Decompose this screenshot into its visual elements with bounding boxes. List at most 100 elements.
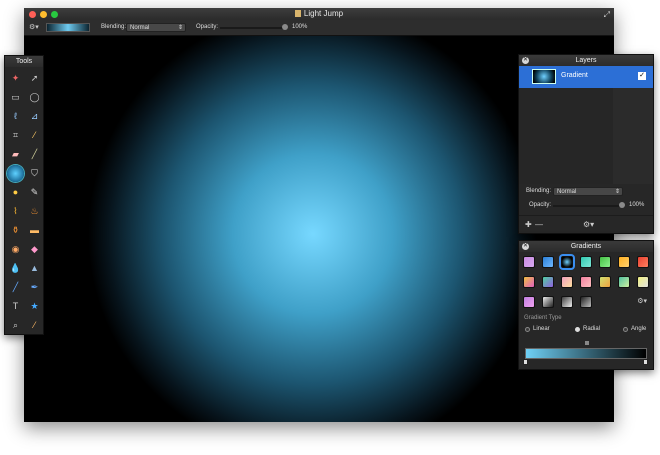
eyedropper-icon: ⁄ <box>33 130 36 140</box>
gear-icon[interactable]: ⚙▾ <box>29 23 39 31</box>
layer-opacity-knob[interactable] <box>619 202 625 208</box>
tool-button[interactable]: ▭ <box>6 88 25 107</box>
tool-button[interactable]: ⚱ <box>6 221 25 240</box>
gradient-swatch[interactable] <box>580 276 592 288</box>
tool-button[interactable]: ⛉ <box>25 164 44 183</box>
radio-angle[interactable]: Angle <box>623 326 646 332</box>
sharpen-icon: ✎ <box>30 187 39 197</box>
gradient-swatch[interactable] <box>580 256 592 268</box>
tool-button[interactable]: ⁄ <box>25 316 44 335</box>
gradient-swatch[interactable] <box>618 256 630 268</box>
gradient-swatch[interactable] <box>542 296 554 308</box>
gradient-swatch[interactable] <box>637 276 649 288</box>
tool-button[interactable]: 💧 <box>6 259 25 278</box>
gradient-swatch[interactable] <box>599 276 611 288</box>
blending-value: Normal <box>130 25 150 31</box>
window-title-text: Light Jump <box>303 9 344 18</box>
tool-button[interactable]: ╱ <box>25 145 44 164</box>
gradient-swatch[interactable] <box>599 256 611 268</box>
layer-visibility-checkbox[interactable]: ✓ <box>638 72 646 80</box>
gradient-swatch[interactable] <box>561 276 573 288</box>
tools-panel-title: Tools <box>5 56 43 67</box>
tool-button[interactable]: ♨ <box>25 202 44 221</box>
gradients-title-text: Gradients <box>570 243 602 250</box>
tool-button[interactable]: ⁄ <box>25 126 44 145</box>
opacity-slider-knob[interactable] <box>282 24 288 30</box>
layer-opacity-value: 100% <box>629 202 645 208</box>
gradient-swatch[interactable] <box>523 296 535 308</box>
drop-icon: 💧 <box>9 263 22 273</box>
tools-panel: Tools ✦ ➚ ▭ ◯ ℓ ⊿ ⌗ ⁄ ▰ ╱ ⛉ ● ✎ ⌇ ♨ ⚱ ▬ ◉ ◆ 💧 ▲ ╱ ✒ T ★ ⌕ ⁄ <box>4 55 44 335</box>
gradient-stop-start[interactable] <box>523 359 528 365</box>
close-icon[interactable]: ✕ <box>522 57 529 64</box>
close-icon[interactable]: ✕ <box>522 243 529 250</box>
tool-button[interactable]: ◉ <box>6 240 25 259</box>
gradient-editor-bar[interactable] <box>525 348 647 359</box>
tool-button[interactable]: ➚ <box>25 69 44 88</box>
gradient-swatch[interactable] <box>580 296 592 308</box>
blending-select[interactable]: Normal ⇕ <box>126 23 186 32</box>
radio-dot <box>575 326 580 332</box>
gradient-swatch[interactable] <box>542 276 554 288</box>
gradient-swatch[interactable] <box>542 256 554 268</box>
layers-list <box>519 88 653 184</box>
tool-button[interactable]: ★ <box>25 297 44 316</box>
gradient-swatch[interactable] <box>637 256 649 268</box>
tool-button[interactable]: ▲ <box>25 259 44 278</box>
radio-dot <box>623 326 628 332</box>
tool-button[interactable]: ✦ <box>6 69 25 88</box>
gradient-preview[interactable] <box>46 23 90 32</box>
tool-button[interactable]: ✒ <box>25 278 44 297</box>
tool-button[interactable]: ⌗ <box>6 126 25 145</box>
gradient-stop-end[interactable] <box>643 359 648 365</box>
gradient-swatch[interactable] <box>559 254 575 270</box>
minus-icon[interactable]: — <box>535 220 543 229</box>
tool-button[interactable]: ╱ <box>6 278 25 297</box>
color-picker-icon: ⁄ <box>33 320 36 330</box>
tool-button[interactable]: ▬ <box>25 221 44 240</box>
stamp-icon: ⚱ <box>11 225 20 235</box>
tool-button[interactable]: ● <box>6 183 25 202</box>
title-bar: Light Jump ⤢ <box>24 8 614 20</box>
layer-row[interactable]: Gradient ✓ <box>519 66 653 88</box>
radio-dot <box>525 326 530 332</box>
layer-blending-select[interactable]: Normal ⇕ <box>553 187 623 196</box>
tool-button[interactable]: ⌕ <box>6 316 25 335</box>
radio-radial[interactable]: Radial <box>575 326 600 332</box>
gear-icon[interactable]: ⚙▾ <box>637 297 647 305</box>
gradient-swatch[interactable] <box>561 296 573 308</box>
gradient-swatch[interactable] <box>523 256 535 268</box>
opacity-value: 100% <box>292 24 308 30</box>
layers-title-text: Layers <box>575 57 597 64</box>
chevron-updown-icon: ⇕ <box>177 25 183 31</box>
gradient-swatch[interactable] <box>618 276 630 288</box>
tool-button[interactable]: ⌇ <box>6 202 25 221</box>
tool-button[interactable]: ◆ <box>25 240 44 259</box>
tool-button[interactable]: ℓ <box>6 107 25 126</box>
gradient-type-label: Gradient Type <box>524 315 562 321</box>
tool-button[interactable]: ◯ <box>25 88 44 107</box>
gradient-icon <box>7 165 24 182</box>
gradient-midpoint-handle[interactable] <box>585 341 589 345</box>
opacity-slider[interactable] <box>220 27 286 29</box>
opacity-label: Opacity: <box>196 24 219 30</box>
document-icon <box>294 10 301 17</box>
tool-button[interactable]: ⊿ <box>25 107 44 126</box>
radio-linear-label: Linear <box>533 326 550 332</box>
tool-button[interactable] <box>6 164 25 183</box>
tool-button[interactable]: T <box>6 297 25 316</box>
layer-opacity-slider[interactable] <box>553 205 621 207</box>
tool-button[interactable]: ▰ <box>6 145 25 164</box>
fullscreen-icon[interactable]: ⤢ <box>604 10 610 20</box>
gradient-swatch[interactable] <box>523 276 535 288</box>
polygon-lasso-icon: ⊿ <box>30 111 39 121</box>
gear-icon[interactable]: ⚙▾ <box>583 220 594 229</box>
burn-icon: ♨ <box>30 206 39 216</box>
layer-blending-label: Blending: <box>526 188 552 194</box>
layer-thumbnail <box>532 69 556 84</box>
pen-icon: ✒ <box>30 282 39 292</box>
tool-button[interactable]: ✎ <box>25 183 44 202</box>
plus-icon[interactable]: ✚ <box>525 220 532 229</box>
pencil-icon: ╱ <box>31 149 38 159</box>
radio-linear[interactable]: Linear <box>525 326 550 332</box>
